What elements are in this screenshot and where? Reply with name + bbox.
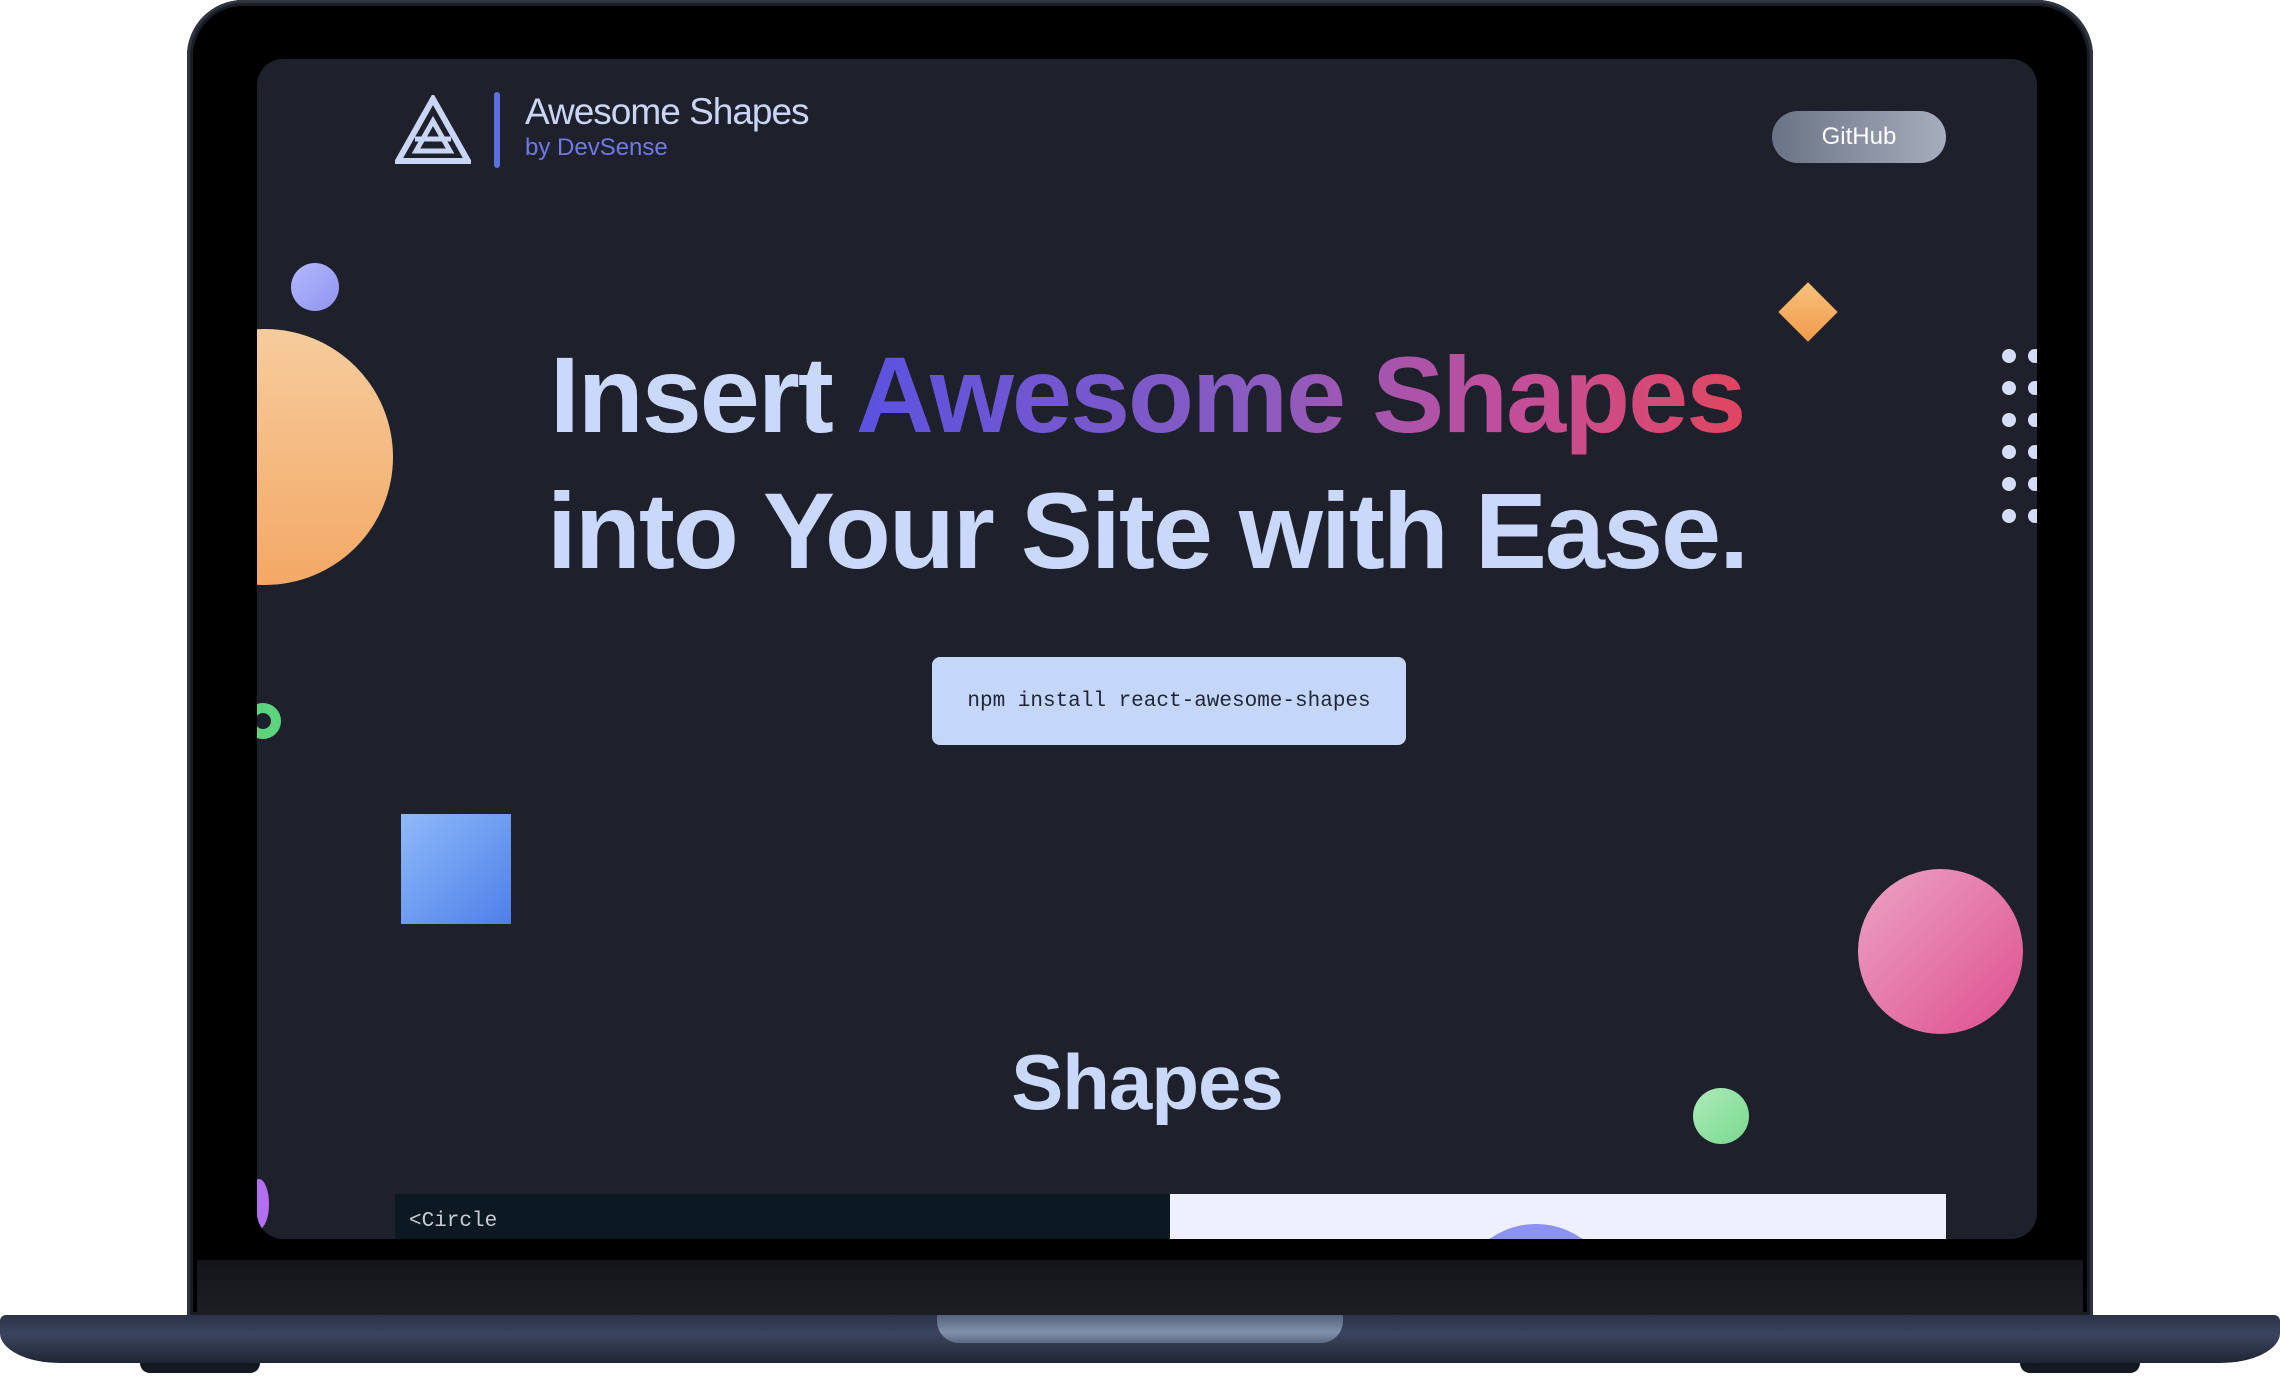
browser-screen: Awesome Shapes by DevSense GitHub Insert…: [257, 59, 2037, 1239]
laptop-bezel: [197, 1260, 2083, 1318]
section-title-shapes: Shapes: [1011, 1038, 1283, 1126]
hero-title: Insert Awesome Shapes into Your Site wit…: [257, 327, 2037, 599]
triangle-logo-icon[interactable]: [392, 92, 474, 165]
green-ring-shape: [257, 703, 281, 739]
preview-panel: [1170, 1194, 1946, 1239]
github-button[interactable]: GitHub: [1772, 111, 1946, 163]
hero-plain-text: Insert: [549, 334, 856, 455]
preview-circle-shape: [1456, 1224, 1616, 1239]
laptop-foot: [2020, 1363, 2140, 1373]
brand-name: Awesome Shapes: [525, 91, 810, 132]
hero-line-2: into Your Site with Ease.: [546, 470, 1749, 591]
lavender-circle-shape: [291, 263, 339, 311]
laptop-foot: [140, 1363, 260, 1373]
code-panel: <Circle: [395, 1194, 1170, 1239]
hero-gradient-text: Awesome Shapes: [855, 334, 1746, 455]
laptop-notch: [937, 1315, 1343, 1343]
pink-circle-shape: [1858, 869, 2023, 1034]
hero-line-1: Insert Awesome Shapes: [257, 327, 2037, 463]
brand-byline: by DevSense: [525, 134, 668, 161]
install-command[interactable]: npm install react-awesome-shapes: [932, 657, 1406, 745]
blue-square-shape: [401, 814, 511, 924]
code-line: <Circle: [409, 1210, 498, 1233]
purple-circle-shape: [257, 1179, 269, 1229]
header-divider: [494, 92, 500, 168]
